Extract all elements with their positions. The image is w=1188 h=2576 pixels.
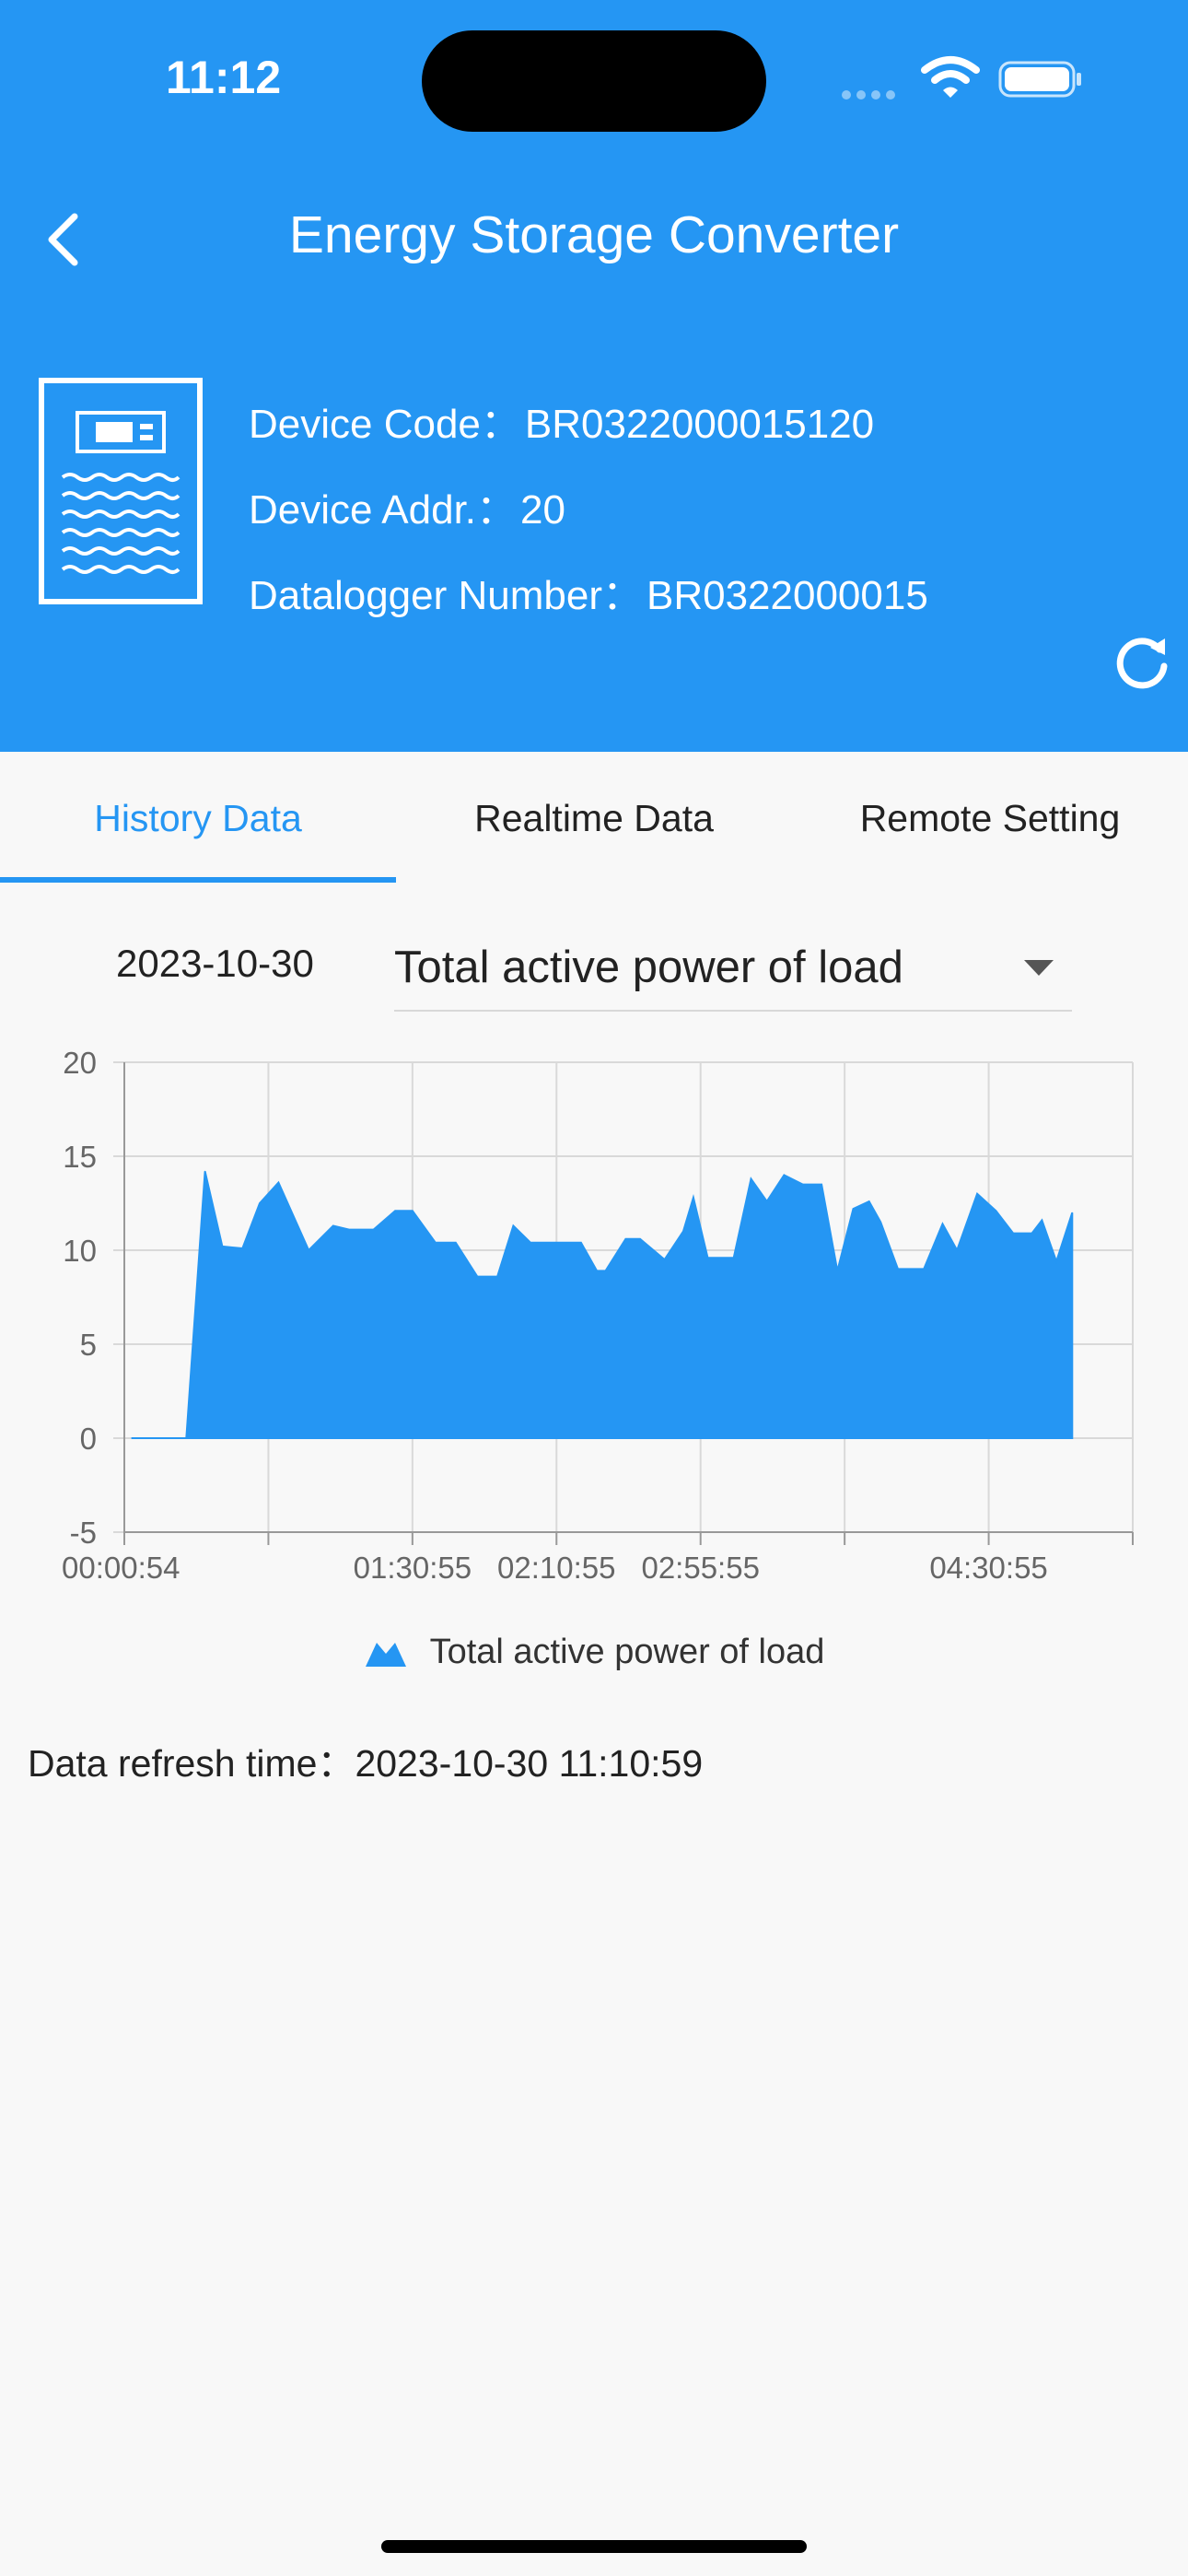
data-point bbox=[836, 1270, 838, 1271]
device-code-value: BR0322000015120 bbox=[524, 402, 875, 447]
data-point bbox=[956, 1249, 958, 1251]
refresh-time-value: 2023-10-30 11:10:59 bbox=[355, 1742, 704, 1785]
metric-dropdown-value: Total active power of load bbox=[394, 943, 903, 992]
tab-bar: History Data Realtime Data Remote Settin… bbox=[0, 752, 1188, 884]
device-cabinet-icon bbox=[39, 378, 203, 604]
x-tick-label: 04:30:55 bbox=[929, 1551, 1047, 1585]
x-tick-label: 00:00:54 bbox=[62, 1551, 180, 1585]
tab-realtime-data[interactable]: Realtime Data bbox=[396, 752, 792, 884]
data-point bbox=[733, 1257, 735, 1259]
dropdown-caret-icon bbox=[1024, 960, 1054, 976]
area-legend-icon bbox=[365, 1642, 406, 1667]
tab-history-data-label: History Data bbox=[94, 796, 302, 839]
data-point bbox=[664, 1259, 666, 1260]
data-point bbox=[435, 1242, 437, 1244]
x-tick-label: 01:30:55 bbox=[354, 1551, 472, 1585]
data-point bbox=[185, 1437, 187, 1439]
series-area bbox=[131, 1171, 1074, 1439]
y-tick-label: 10 bbox=[63, 1234, 97, 1268]
data-point bbox=[1055, 1260, 1057, 1262]
data-point bbox=[802, 1184, 804, 1186]
wifi-icon bbox=[921, 56, 980, 98]
device-addr-label: Device Addr.： bbox=[249, 487, 518, 533]
x-tick-label: 02:10:55 bbox=[497, 1551, 615, 1585]
data-point bbox=[783, 1174, 785, 1176]
refresh-button[interactable] bbox=[1107, 626, 1177, 697]
data-point bbox=[868, 1200, 870, 1202]
data-point bbox=[821, 1184, 822, 1186]
tab-remote-setting-label: Remote Setting bbox=[859, 796, 1121, 839]
metric-dropdown[interactable]: Total active power of load bbox=[394, 921, 1072, 1012]
data-point bbox=[879, 1221, 881, 1223]
y-tick-label: 15 bbox=[63, 1140, 97, 1174]
page-title: Energy Storage Converter bbox=[288, 205, 900, 264]
data-point bbox=[221, 1246, 223, 1247]
refresh-time-label: Data refresh time： bbox=[28, 1742, 355, 1785]
chart-legend: Total active power of load bbox=[0, 1633, 1188, 1672]
data-point bbox=[412, 1210, 413, 1212]
y-tick-label: 20 bbox=[63, 1046, 97, 1080]
data-point bbox=[639, 1238, 641, 1240]
device-addr-value: 20 bbox=[520, 487, 565, 533]
data-point bbox=[682, 1231, 684, 1233]
status-time: 11:12 bbox=[166, 52, 282, 103]
data-point bbox=[530, 1242, 531, 1244]
tab-realtime-data-label: Realtime Data bbox=[474, 796, 714, 839]
device-header: 11:12 Energy Storage Converter Device Co… bbox=[0, 0, 1188, 752]
y-tick-label: 0 bbox=[80, 1422, 97, 1456]
date-picker[interactable]: 2023-10-30 bbox=[116, 942, 314, 986]
data-point bbox=[605, 1270, 606, 1271]
data-point bbox=[512, 1225, 514, 1226]
data-point bbox=[624, 1238, 626, 1240]
data-point bbox=[766, 1200, 768, 1202]
data-point bbox=[131, 1437, 133, 1439]
device-addr-row: Device Addr.：20 bbox=[249, 476, 565, 535]
refresh-icon bbox=[1116, 638, 1168, 689]
data-point bbox=[455, 1242, 457, 1244]
data-point bbox=[853, 1208, 854, 1210]
datalogger-label: Datalogger Number： bbox=[249, 573, 643, 618]
data-point bbox=[1071, 1212, 1073, 1213]
history-chart: 20 15 10 5 0 -500:00:54 01:30:55 02:10:55 02:55:… bbox=[62, 1046, 1134, 1585]
y-tick-label: -5 bbox=[70, 1516, 97, 1550]
data-point bbox=[496, 1276, 498, 1278]
data-point bbox=[1012, 1233, 1014, 1235]
battery-icon bbox=[998, 61, 1081, 98]
tab-history-data[interactable]: History Data bbox=[0, 752, 396, 884]
data-point bbox=[204, 1170, 206, 1172]
dynamic-island bbox=[422, 30, 766, 132]
x-tick-label: 02:55:55 bbox=[641, 1551, 759, 1585]
datalogger-row: Datalogger Number：BR0322000015 bbox=[249, 562, 928, 621]
data-point bbox=[332, 1225, 334, 1226]
legend-label: Total active power of load bbox=[429, 1633, 825, 1671]
data-point bbox=[562, 1242, 563, 1244]
data-point bbox=[373, 1229, 375, 1231]
device-code-label: Device Code： bbox=[249, 402, 521, 447]
device-code-row: Device Code：BR0322000015120 bbox=[249, 391, 874, 450]
data-point bbox=[277, 1182, 279, 1184]
data-point bbox=[259, 1202, 261, 1204]
cellular-signal-icon bbox=[842, 88, 901, 104]
data-point bbox=[580, 1242, 582, 1244]
active-tab-indicator bbox=[0, 877, 396, 883]
tab-remote-setting[interactable]: Remote Setting bbox=[792, 752, 1188, 884]
y-tick-label: 5 bbox=[80, 1328, 97, 1362]
home-indicator bbox=[381, 2540, 807, 2553]
data-point bbox=[923, 1268, 925, 1270]
data-point bbox=[476, 1276, 478, 1278]
data-refresh-time: Data refresh time：2023-10-30 11:10:59 bbox=[28, 1732, 703, 1787]
data-point bbox=[394, 1210, 396, 1212]
data-point bbox=[596, 1270, 598, 1271]
data-point bbox=[241, 1247, 243, 1249]
data-point bbox=[707, 1257, 708, 1259]
datalogger-value: BR0322000015 bbox=[646, 573, 928, 618]
data-point bbox=[348, 1229, 350, 1231]
data-point bbox=[815, 1184, 817, 1186]
data-point bbox=[976, 1193, 978, 1195]
data-point bbox=[554, 1242, 556, 1244]
data-point bbox=[1031, 1233, 1032, 1235]
data-point bbox=[897, 1268, 899, 1270]
